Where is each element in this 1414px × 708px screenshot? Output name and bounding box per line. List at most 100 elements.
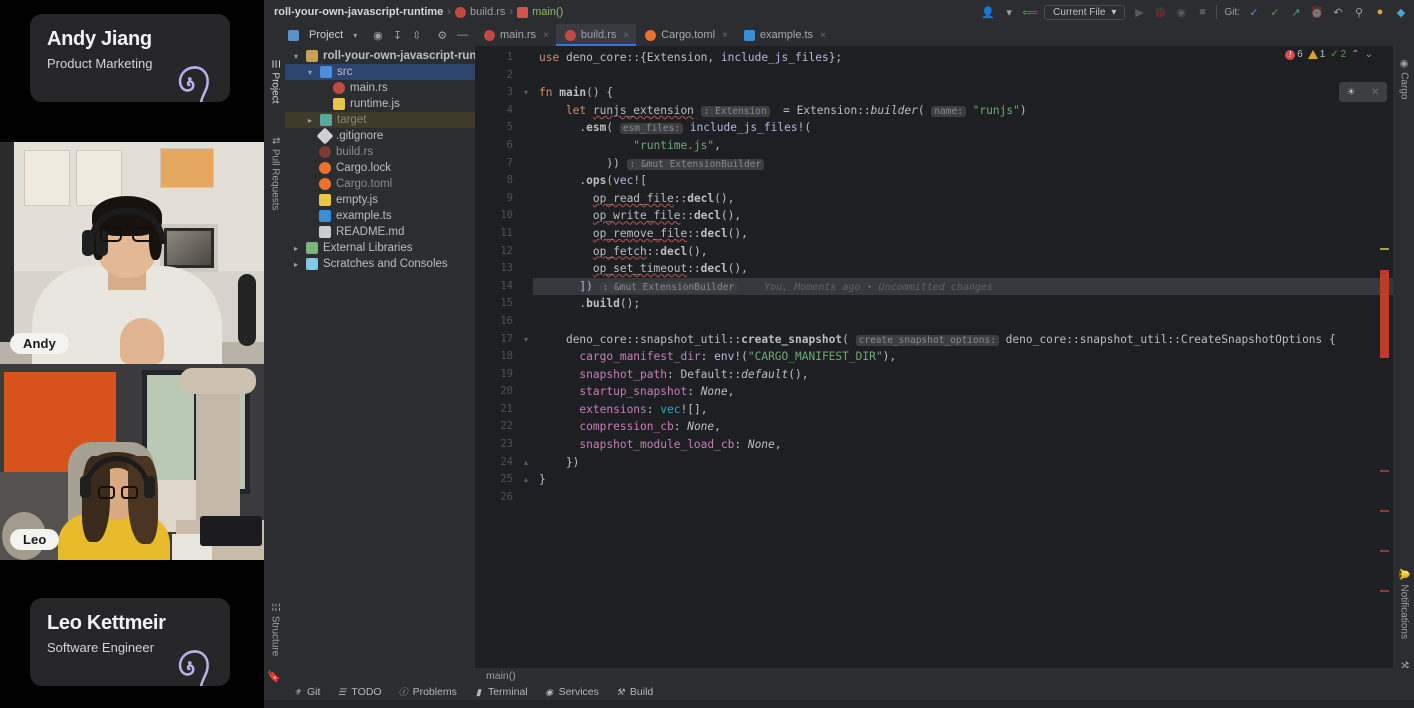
code-editor[interactable]: 1234567891011121314151617181920212223242… [475, 46, 1393, 668]
code-line[interactable]: .ops(vec![ [533, 172, 1393, 190]
project-view-icon[interactable] [288, 30, 299, 41]
code-line[interactable] [533, 313, 1393, 331]
back-arrow-icon[interactable]: ⟸ [1023, 5, 1037, 19]
tree-row-cargo-lock[interactable]: Cargo.lock [285, 160, 475, 176]
code-content[interactable]: use deno_core::{Extension, include_js_fi… [533, 46, 1393, 668]
git-commit-icon[interactable]: ✓ [1268, 5, 1282, 19]
tree-row-cargo-toml[interactable]: Cargo.toml [285, 176, 475, 192]
rail-item-pull-requests[interactable]: ⇅Pull Requests [269, 136, 280, 210]
tree-row-external-libraries[interactable]: ▸External Libraries [285, 240, 475, 256]
code-line[interactable]: .build(); [533, 295, 1393, 313]
code-line[interactable]: op_read_file::decl(), [533, 190, 1393, 208]
video-tile-leo[interactable]: Leo [0, 364, 264, 560]
scope-icon[interactable]: ◉ [373, 29, 383, 42]
tree-row-readme-md[interactable]: README.md [285, 224, 475, 240]
editor-scrollbar[interactable] [1380, 70, 1389, 664]
run-configuration-selector[interactable]: Current File▾ [1044, 5, 1125, 20]
inspection-widget[interactable]: !6 1 ✓2 ⌃ ⌄ [1285, 49, 1373, 60]
code-line[interactable]: snapshot_module_load_cb: None, [533, 436, 1393, 454]
editor-tab-build-rs[interactable]: build.rs× [556, 24, 636, 46]
code-line[interactable]: use deno_core::{Extension, include_js_fi… [533, 49, 1393, 67]
chevron-down-icon[interactable]: ▾ [291, 52, 301, 61]
code-line[interactable]: deno_core::snapshot_util::create_snapsho… [533, 331, 1393, 349]
collapse-all-icon[interactable]: ↧ [393, 29, 402, 42]
tree-row-example-ts[interactable]: example.ts [285, 208, 475, 224]
code-line[interactable]: op_set_timeout::decl(), [533, 260, 1393, 278]
code-line[interactable]: op_remove_file::decl(), [533, 225, 1393, 243]
video-tile-andy[interactable]: Andy [0, 142, 264, 364]
code-line[interactable]: .esm( esm_files: include_js_files!( [533, 119, 1393, 137]
chevron-down-icon[interactable]: ▾ [305, 68, 315, 77]
git-rollback-icon[interactable]: ↶ [1331, 5, 1345, 19]
next-issue-icon[interactable]: ⌄ [1365, 49, 1373, 60]
project-panel-title[interactable]: Project [309, 29, 343, 41]
coverage-icon[interactable]: ◉ [1174, 5, 1188, 19]
editor-breadcrumb-symbol[interactable]: main() [486, 670, 516, 682]
chevron-down-icon[interactable]: ▾ [353, 31, 357, 40]
check-count[interactable]: ✓2 [1330, 49, 1346, 60]
code-line[interactable]: }) [533, 454, 1393, 472]
editor-tab-example-ts[interactable]: example.ts× [735, 24, 833, 46]
rail-item-project[interactable]: ☰Project [269, 59, 280, 103]
chevron-right-icon[interactable]: ▸ [291, 260, 301, 269]
close-icon[interactable]: × [623, 30, 629, 41]
code-line[interactable]: cargo_manifest_dir: env!("CARGO_MANIFEST… [533, 348, 1393, 366]
code-line[interactable]: let runjs_extension : Extension = Extens… [533, 102, 1393, 120]
tree-row-runtime-js[interactable]: runtime.js [285, 96, 475, 112]
rail-item-notifications[interactable]: 🔔Notifications [1398, 568, 1409, 639]
git-push-icon[interactable]: ↗ [1289, 5, 1303, 19]
rail-item-cargo[interactable]: ◉Cargo [1398, 60, 1409, 100]
breadcrumb-file[interactable]: build.rs [455, 6, 505, 18]
code-line[interactable]: )) : &mut ExtensionBuilder [533, 155, 1393, 173]
account-icon[interactable]: ● [1373, 5, 1387, 19]
search-icon[interactable]: ⚲ [1352, 5, 1366, 19]
tree-row-build-rs[interactable]: build.rs [285, 144, 475, 160]
chevron-right-icon[interactable]: ▸ [305, 116, 315, 125]
fold-marker[interactable]: ▾ [519, 331, 533, 349]
tool-window-git[interactable]: ⚜Git [292, 686, 320, 698]
code-line[interactable]: fn main() { [533, 84, 1393, 102]
code-line[interactable] [533, 489, 1393, 507]
tree-row-src[interactable]: ▾src [285, 64, 475, 80]
close-icon[interactable]: ✕ [1371, 87, 1379, 98]
code-line[interactable]: ]) : &mut ExtensionBuilder You, Moments … [533, 278, 1393, 296]
error-count[interactable]: !6 [1285, 49, 1303, 60]
fold-marker[interactable]: ▴ [519, 454, 533, 472]
editor-tab-main-rs[interactable]: main.rs× [475, 24, 556, 46]
prev-issue-icon[interactable]: ⌃ [1351, 49, 1359, 60]
code-line[interactable]: op_fetch::decl(), [533, 243, 1393, 261]
rail-item-structure[interactable]: ☷Structure [269, 603, 280, 657]
tree-row-scratches[interactable]: ▸Scratches and Consoles [285, 256, 475, 272]
code-line[interactable]: snapshot_path: Default::default(), [533, 366, 1393, 384]
tool-window-services[interactable]: ◉Services [544, 686, 599, 698]
tool-window-problems[interactable]: ⓘProblems [398, 686, 457, 698]
tree-row-target[interactable]: ▸target [285, 112, 475, 128]
expand-icon[interactable]: ⇳ [412, 29, 421, 42]
inspector-icon[interactable]: ☀ [1347, 87, 1356, 98]
code-line[interactable] [533, 67, 1393, 85]
code-line[interactable]: startup_snapshot: None, [533, 383, 1393, 401]
code-line[interactable]: compression_cb: None, [533, 418, 1393, 436]
git-history-icon[interactable]: ⏰ [1310, 5, 1324, 19]
debug-icon[interactable]: 🐞 [1153, 5, 1167, 19]
bookmark-icon[interactable]: 🔖 [267, 670, 278, 681]
fold-marker[interactable]: ▾ [519, 84, 533, 102]
tree-row-main-rs[interactable]: main.rs [285, 80, 475, 96]
code-line[interactable]: "runtime.js", [533, 137, 1393, 155]
code-line[interactable]: } [533, 471, 1393, 489]
tool-window-todo[interactable]: ☰TODO [336, 686, 381, 698]
code-folding-gutter[interactable]: ▾ ▾ [519, 46, 533, 668]
vcs-user-icon[interactable]: 👤 [981, 5, 995, 19]
close-icon[interactable]: × [543, 30, 549, 41]
editor-tab-cargo-toml[interactable]: Cargo.toml× [636, 24, 735, 46]
chevron-right-icon[interactable]: ▸ [291, 244, 301, 253]
hide-icon[interactable]: — [457, 29, 468, 41]
close-icon[interactable]: × [722, 30, 728, 41]
chevron-down-icon[interactable]: ▾ [1002, 5, 1016, 19]
breadcrumb-symbol[interactable]: main() [517, 6, 563, 18]
tool-window-build[interactable]: ⚒Build [615, 686, 653, 698]
tool-window-terminal[interactable]: ▮Terminal [473, 686, 528, 698]
git-update-icon[interactable]: ✓ [1247, 5, 1261, 19]
warning-count[interactable]: 1 [1308, 49, 1326, 60]
settings-gear-icon[interactable]: ⚙ [437, 29, 447, 42]
